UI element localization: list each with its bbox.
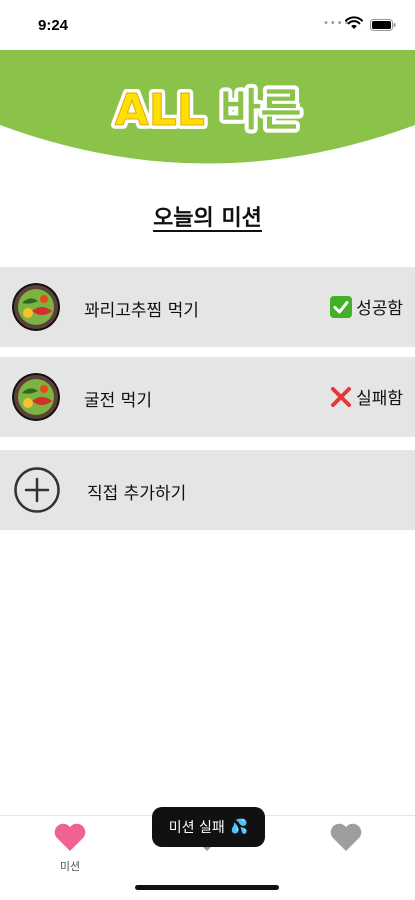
wifi-icon bbox=[345, 16, 363, 29]
sweat-drops-icon: 💦 bbox=[230, 819, 249, 835]
mission-status: 실패함 bbox=[330, 384, 403, 409]
status-time: 9:24 bbox=[38, 17, 69, 34]
x-icon bbox=[331, 386, 352, 407]
home-indicator[interactable] bbox=[135, 885, 279, 890]
mission-label: 굴전 먹기 bbox=[84, 391, 152, 411]
food-thumbnail-icon bbox=[12, 373, 60, 421]
plus-circle-icon bbox=[14, 467, 60, 513]
page-title: 오늘의 미션 bbox=[153, 206, 262, 231]
app-header: ALL 바른 ALL 바른 bbox=[0, 50, 415, 175]
mission-status-text: 실패함 bbox=[356, 389, 403, 409]
tab-label: 미션 bbox=[59, 860, 81, 873]
heart-icon bbox=[330, 823, 362, 851]
heart-icon bbox=[54, 823, 86, 851]
add-mission-label: 직접 추가하기 bbox=[87, 484, 187, 504]
toast-message: 미션 실패 💦 bbox=[152, 807, 265, 847]
toast-text: 미션 실패 bbox=[168, 820, 225, 836]
mission-row[interactable]: 꽈리고추찜 먹기 성공함 bbox=[0, 267, 415, 347]
tab-third[interactable] bbox=[306, 820, 386, 880]
mission-label: 꽈리고추찜 먹기 bbox=[84, 301, 199, 321]
logo-text-bareun: 바른 bbox=[220, 85, 301, 136]
mission-row[interactable]: 굴전 먹기 실패함 bbox=[0, 357, 415, 437]
svg-text:ALL 바른: ALL 바른 bbox=[115, 85, 301, 136]
food-thumbnail-icon bbox=[12, 283, 60, 331]
status-bar: 9:24 •••• bbox=[0, 0, 415, 50]
battery-icon bbox=[370, 19, 396, 31]
check-icon bbox=[330, 295, 353, 318]
mission-status-text: 성공함 bbox=[356, 299, 403, 319]
logo-text-all: ALL bbox=[115, 85, 205, 136]
tab-mission[interactable]: 미션 bbox=[30, 820, 110, 880]
app-logo: ALL 바른 ALL 바른 bbox=[111, 81, 305, 140]
mission-status: 성공함 bbox=[330, 294, 403, 319]
add-mission-button[interactable]: 직접 추가하기 bbox=[0, 450, 415, 530]
